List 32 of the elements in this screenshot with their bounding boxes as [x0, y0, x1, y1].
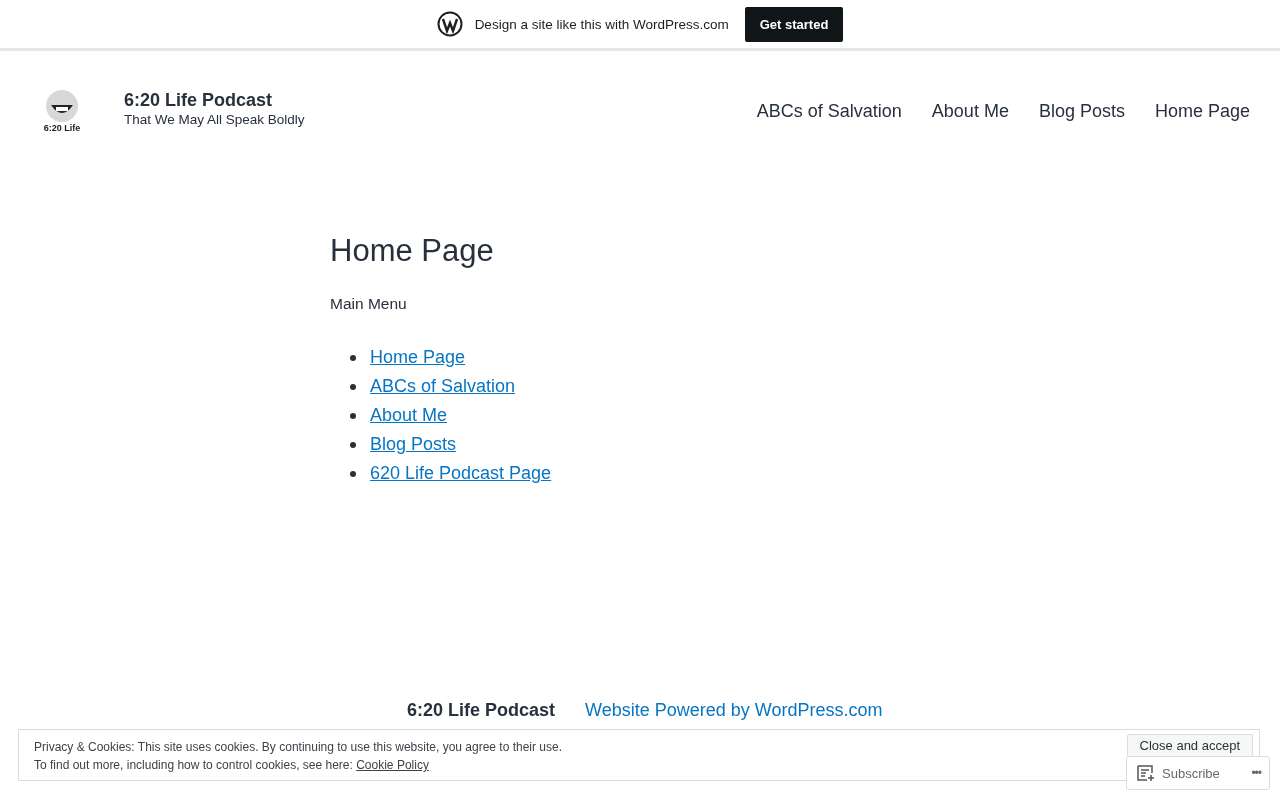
site-title[interactable]: 6:20 Life Podcast — [124, 90, 305, 111]
nav-link[interactable]: ABCs of Salvation — [756, 101, 902, 122]
footer-site-name: 6:20 Life Podcast — [407, 700, 556, 721]
cookie-more-text: To find out more, including how to control cookies, see here: Cookie Policy — [34, 757, 430, 774]
more-button[interactable]: ••• — [1251, 766, 1261, 780]
page-title: Home Page — [330, 233, 495, 269]
cookie-text: Privacy & Cookies: This site uses cookies. By continuing to use this website, you agree to their use. — [34, 739, 563, 756]
wordpress-logo-icon — [436, 11, 463, 37]
menu-link[interactable]: ABCs of Salvation — [370, 376, 516, 397]
bullet-icon — [350, 354, 356, 361]
nav-link[interactable]: Home Page — [1154, 101, 1250, 122]
promo-text: Design a site like this with WordPress.com — [474, 16, 729, 32]
nav-link[interactable]: About Me — [931, 101, 1009, 122]
smiley-logo-icon — [45, 89, 79, 123]
reader-icon — [1137, 765, 1155, 781]
menu-link[interactable]: Home Page — [370, 347, 466, 368]
menu-link[interactable]: Blog Posts — [370, 434, 457, 455]
menu-link[interactable]: About Me — [370, 405, 448, 426]
logo-text: 6:20 Life — [43, 123, 81, 133]
footer-credit-link[interactable]: Website Powered by WordPress.com — [585, 700, 883, 721]
cookie-policy-link[interactable]: Cookie Policy — [356, 758, 429, 772]
bullet-icon — [350, 470, 356, 477]
bullet-icon — [350, 383, 356, 390]
get-started-button[interactable]: Get started — [744, 6, 844, 42]
subscribe-button[interactable]: Subscribe — [1137, 765, 1220, 781]
menu-link[interactable]: 620 Life Podcast Page — [370, 463, 552, 484]
nav-link[interactable]: Blog Posts — [1038, 101, 1125, 122]
close-and-accept-button[interactable]: Close and accept — [1126, 734, 1253, 757]
site-tagline: That We May All Speak Boldly — [124, 112, 305, 127]
bullet-icon — [350, 412, 356, 419]
intro-text: Main Menu — [330, 295, 408, 313]
bullet-icon — [350, 441, 356, 448]
